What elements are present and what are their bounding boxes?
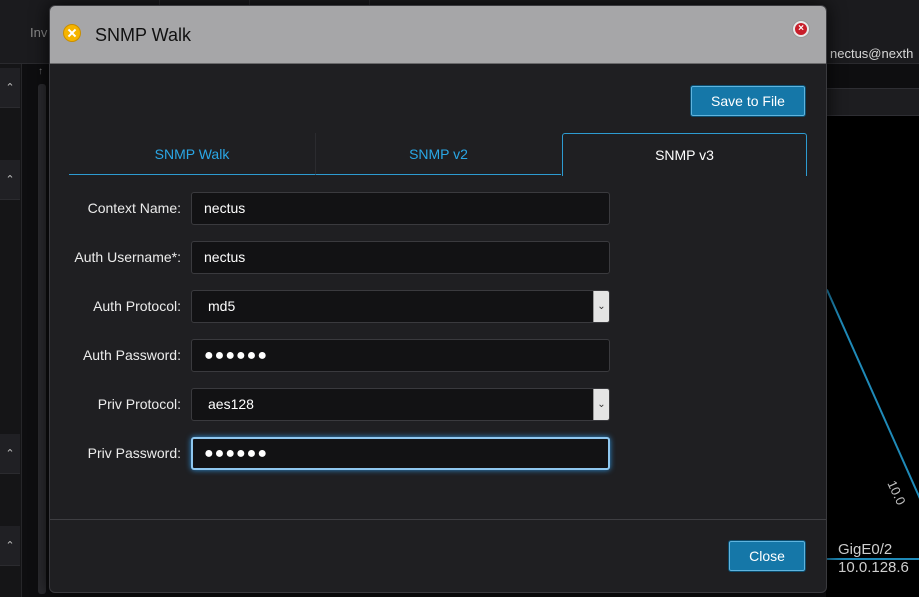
priv-protocol-value: aes128 bbox=[208, 396, 254, 412]
dialog-title: SNMP Walk bbox=[95, 25, 192, 45]
priv-protocol-select[interactable]: aes128 ⌄ bbox=[191, 388, 610, 421]
form-row-priv-password: Priv Password: ●●●●●● bbox=[69, 437, 629, 471]
close-icon[interactable]: × bbox=[793, 21, 809, 37]
tab-snmp-v3[interactable]: SNMP v3 bbox=[562, 133, 807, 176]
auth-password-input[interactable]: ●●●●●● bbox=[191, 339, 610, 372]
auth-username-input[interactable]: nectus bbox=[191, 241, 610, 274]
form-row-priv-protocol: Priv Protocol: aes128 ⌄ bbox=[69, 388, 629, 422]
double-chevron-up-icon[interactable]: ⌃ bbox=[0, 68, 20, 108]
form-row-auth-password: Auth Password: ●●●●●● bbox=[69, 339, 629, 373]
double-chevron-up-icon[interactable]: ⌃ bbox=[0, 434, 20, 474]
priv-password-label: Priv Password: bbox=[87, 445, 181, 461]
priv-protocol-label: Priv Protocol: bbox=[97, 396, 181, 412]
double-chevron-up-icon[interactable]: ⌃ bbox=[0, 160, 20, 200]
chevron-down-icon[interactable]: ⌄ bbox=[593, 389, 609, 420]
topology-canvas[interactable] bbox=[826, 116, 919, 597]
scrollbar[interactable] bbox=[38, 84, 46, 594]
app-logo-icon bbox=[63, 24, 81, 42]
form-row-auth-username: Auth Username*: nectus bbox=[69, 241, 629, 275]
form-row-context-name: Context Name: nectus bbox=[69, 192, 629, 226]
auth-protocol-label: Auth Protocol: bbox=[93, 298, 181, 314]
chevron-down-icon[interactable]: ⌄ bbox=[593, 291, 609, 322]
priv-password-input[interactable]: ●●●●●● bbox=[191, 437, 610, 470]
save-to-file-button[interactable]: Save to File bbox=[690, 85, 806, 117]
app-menu-label[interactable]: Inv bbox=[30, 25, 47, 40]
auth-password-label: Auth Password: bbox=[82, 347, 181, 363]
auth-username-label: Auth Username*: bbox=[74, 249, 181, 265]
auth-protocol-value: md5 bbox=[208, 298, 236, 314]
port-name: GigE0/2 bbox=[838, 541, 893, 558]
port-ip: 10.0.128.6 bbox=[838, 559, 909, 576]
form-row-auth-protocol: Auth Protocol: md5 ⌄ bbox=[69, 290, 629, 324]
snmp-tabs: SNMP Walk SNMP v2 SNMP v3 bbox=[69, 133, 808, 176]
dialog-title-bar: SNMP Walk × bbox=[50, 6, 826, 64]
scroll-up-icon[interactable]: ↑ bbox=[38, 66, 43, 77]
tab-snmp-walk[interactable]: SNMP Walk bbox=[69, 133, 315, 175]
auth-protocol-select[interactable]: md5 ⌄ bbox=[191, 290, 610, 323]
snmp-walk-dialog: SNMP Walk × Save to File SNMP Walk SNMP … bbox=[49, 5, 827, 593]
port-label: GigE0/2 10.0.128.6 bbox=[838, 541, 909, 577]
close-button[interactable]: Close bbox=[728, 540, 806, 572]
context-name-input[interactable]: nectus bbox=[191, 192, 610, 225]
app-sidebar: ⌃ ⌃ ⌃ ⌃ bbox=[0, 64, 22, 597]
double-chevron-up-icon[interactable]: ⌃ bbox=[0, 526, 20, 566]
context-name-label: Context Name: bbox=[87, 200, 181, 216]
tab-snmp-v2[interactable]: SNMP v2 bbox=[315, 133, 561, 175]
dialog-footer-divider bbox=[50, 519, 826, 520]
app-toolbar-strip bbox=[826, 88, 919, 116]
user-name[interactable]: nectus@nexth bbox=[830, 46, 913, 61]
